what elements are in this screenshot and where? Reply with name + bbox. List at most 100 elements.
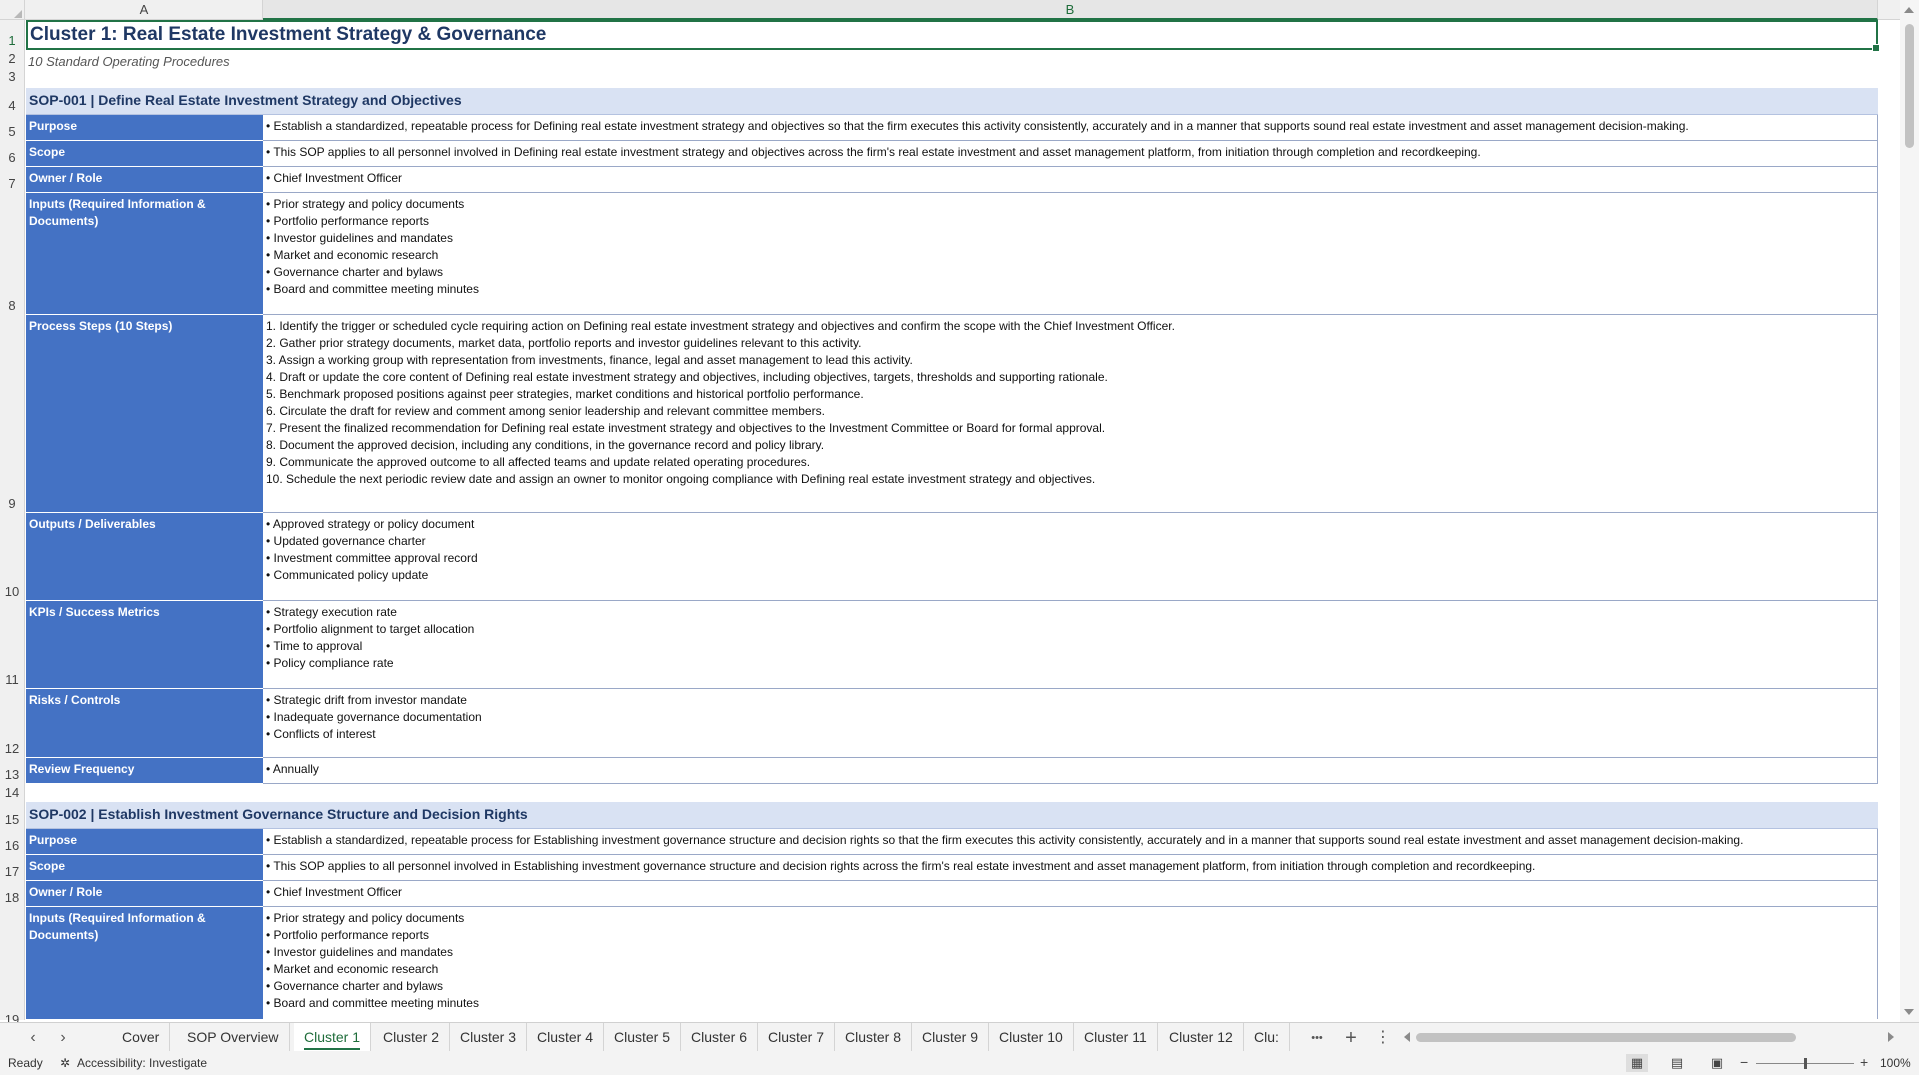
row-number[interactable]: 1 [0,33,24,48]
sop-row: Outputs / Deliverables • Approved strateg… [26,513,1878,601]
sop-field-value[interactable]: • Strategic drift from investor mandate •… [263,689,1878,758]
sop-field-label[interactable]: Scope [26,141,263,167]
sheet-tab[interactable]: Cluster 2 [373,1023,451,1051]
row-number[interactable]: 15 [0,812,24,827]
worksheet-grid[interactable]: Cluster 1: Real Estate Investment Strate… [26,20,1900,1019]
sheet-tab[interactable]: SOP Overview [177,1023,290,1051]
sop-heading[interactable]: SOP-001 | Define Real Estate Investment … [26,88,1878,115]
sheet-tab[interactable]: Cluster 9 [912,1023,990,1051]
row-number[interactable]: 8 [0,298,24,313]
sheet-tab[interactable]: Cluster 12 [1159,1023,1244,1051]
accessibility-status[interactable]: ✲ Accessibility: Investigate [60,1056,207,1070]
page-layout-view-icon[interactable]: ▤ [1666,1054,1688,1072]
sop-field-label[interactable]: Owner / Role [26,881,263,907]
add-sheet-icon[interactable]: + [1342,1028,1360,1048]
vertical-scrollbar[interactable] [1900,0,1919,1022]
sop-value-line: • This SOP applies to all personnel invo… [266,145,1481,159]
sop-field-value[interactable]: • Chief Investment Officer [263,881,1878,907]
sop-field-value[interactable]: • Establish a standardized, repeatable p… [263,115,1878,141]
sop-field-label[interactable]: Inputs (Required Information & Documents… [26,907,263,1019]
scroll-left-icon[interactable] [1404,1032,1410,1042]
sop-field-label[interactable]: Scope [26,855,263,881]
row-number[interactable]: 11 [0,672,24,687]
row-number[interactable]: 17 [0,864,24,879]
sop-field-value[interactable]: • Chief Investment Officer [263,167,1878,193]
sheet-subtitle[interactable]: 10 Standard Operating Procedures [28,50,230,69]
zoom-slider-knob[interactable] [1804,1058,1807,1069]
next-sheet-icon[interactable]: › [54,1029,72,1047]
sop-field-value[interactable]: • Prior strategy and policy documents • P… [263,907,1878,1019]
page-break-preview-icon[interactable]: ▣ [1706,1054,1728,1072]
zoom-in-icon[interactable]: + [1860,1054,1868,1070]
sop-field-label[interactable]: Inputs (Required Information & Documents… [26,193,263,315]
row-number[interactable]: 10 [0,584,24,599]
sop-field-label[interactable]: Outputs / Deliverables [26,513,263,601]
select-all-button[interactable] [0,0,25,20]
column-header-a[interactable]: A [26,0,263,20]
zoom-level[interactable]: 100% [1880,1056,1911,1070]
horizontal-scrollbar[interactable] [1404,1032,1894,1043]
sop-value-line: 4. Draft or update the core content of D… [266,370,1108,384]
sop-field-label[interactable]: Risks / Controls [26,689,263,758]
row-number[interactable]: 16 [0,838,24,853]
sop-field-value[interactable]: • Prior strategy and policy documents • P… [263,193,1878,315]
row-number[interactable]: 4 [0,98,24,113]
horizontal-scroll-thumb[interactable] [1416,1033,1796,1042]
row-number[interactable]: 9 [0,496,24,511]
column-header-b[interactable]: B [263,0,1878,20]
sop-value-line: • Inadequate governance documentation [266,710,482,724]
sop-field-label[interactable]: KPIs / Success Metrics [26,601,263,689]
sheet-title[interactable]: Cluster 1: Real Estate Investment Strate… [26,20,1880,52]
sop-field-value[interactable]: • Annually [263,758,1878,784]
sheet-tab[interactable]: Clu: [1244,1023,1290,1051]
sheet-tab[interactable]: Cluster 4 [527,1023,605,1051]
vertical-scroll-thumb[interactable] [1905,24,1914,148]
sop-field-value[interactable]: • Establish a standardized, repeatable p… [263,829,1878,855]
sop-field-label[interactable]: Review Frequency [26,758,263,784]
more-sheets-icon[interactable]: ••• [1308,1029,1326,1047]
row-number[interactable]: 7 [0,176,24,191]
row-number[interactable]: 6 [0,150,24,165]
sop-field-value[interactable]: • Strategy execution rate • Portfolio ali… [263,601,1878,689]
sop-field-label[interactable]: Purpose [26,115,263,141]
tab-options-icon[interactable]: ⋮ [1374,1029,1392,1047]
row-number[interactable]: 5 [0,124,24,139]
scroll-up-icon[interactable] [1904,7,1914,13]
sop-field-value[interactable]: • This SOP applies to all personnel invo… [263,855,1878,881]
normal-view-icon[interactable]: ▦ [1626,1054,1648,1072]
sheet-tab-label: Cluster 9 [922,1029,979,1045]
sop-field-label[interactable]: Purpose [26,829,263,855]
row-number[interactable]: 18 [0,890,24,905]
sheet-tab[interactable]: Cluster 8 [835,1023,913,1051]
row-number[interactable]: 12 [0,741,24,756]
sheet-tab[interactable]: Cluster 7 [758,1023,836,1051]
sheet-tab[interactable]: Cluster 10 [989,1023,1074,1051]
sheet-tab-label: Cover [122,1029,160,1045]
sheet-tab[interactable]: Cover [112,1023,171,1051]
zoom-out-icon[interactable]: − [1740,1054,1748,1070]
scroll-down-icon[interactable] [1904,1009,1914,1015]
sop-field-label[interactable]: Owner / Role [26,167,263,193]
sop-field-value[interactable]: • Approved strategy or policy document • … [263,513,1878,601]
sop-field-value[interactable]: 1. Identify the trigger or scheduled cyc… [263,315,1878,513]
row-number[interactable]: 13 [0,767,24,782]
sheet-tab[interactable]: Cluster 5 [604,1023,682,1051]
sheet-tab-label: Cluster 5 [614,1029,671,1045]
previous-sheet-icon[interactable]: ‹ [24,1029,42,1047]
sop-heading[interactable]: SOP-002 | Establish Investment Governanc… [26,802,1878,829]
sop-value-line: 2. Gather prior strategy documents, mark… [266,336,862,350]
row-number[interactable]: 2 [0,51,24,66]
row-number[interactable]: 3 [0,69,24,84]
sheet-tab[interactable]: Cluster 6 [681,1023,759,1051]
sop-field-value[interactable]: • This SOP applies to all personnel invo… [263,141,1878,167]
zoom-control: − + 100% [1740,1054,1911,1072]
scroll-right-icon[interactable] [1888,1032,1894,1042]
row-number[interactable]: 14 [0,785,24,800]
sheet-tab[interactable]: Cluster 1 [294,1023,372,1051]
sop-value-line: • Updated governance charter [266,534,426,548]
sheet-tab[interactable]: Cluster 3 [450,1023,528,1051]
sheet-tab[interactable]: Cluster 11 [1074,1023,1158,1051]
sop-value-line: 6. Circulate the draft for review and co… [266,404,825,418]
sop-field-label[interactable]: Process Steps (10 Steps) [26,315,263,513]
sheet-tab-label: Cluster 8 [845,1029,902,1045]
